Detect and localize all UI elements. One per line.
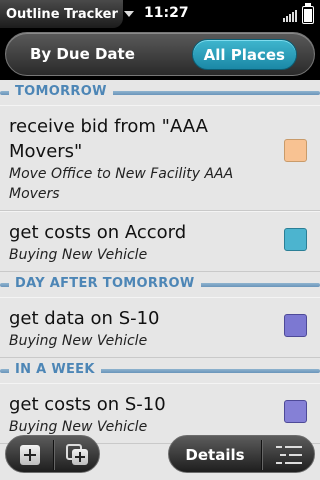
app-menu[interactable]: Outline Tracker [0, 0, 134, 28]
color-swatch [284, 400, 307, 423]
list-item[interactable]: receive bid from "AAA Movers" Move Offic… [0, 105, 320, 211]
section-divider: TOMORROW [0, 80, 320, 105]
item-project: Move Office to New Facility AAA Movers [9, 166, 234, 202]
list-item[interactable]: get costs on Accord Buying New Vehicle [0, 211, 320, 272]
color-swatch [284, 139, 307, 162]
add-item-button[interactable] [6, 436, 53, 474]
all-places-button[interactable]: All Places [191, 39, 297, 70]
color-swatch [284, 228, 307, 251]
list-item[interactable]: get data on S-10 Buying New Vehicle [0, 297, 320, 358]
item-project: Buying New Vehicle [9, 333, 148, 349]
details-button[interactable]: Details [169, 436, 261, 474]
item-title: get costs on S-10 [9, 394, 166, 415]
section-title: DAY AFTER TOMORROW [9, 275, 201, 293]
section-title: IN A WEEK [9, 361, 101, 379]
outline-view-icon [275, 444, 302, 466]
item-title: get costs on Accord [9, 222, 187, 243]
chevron-down-icon [123, 11, 134, 17]
item-title: receive bid from "AAA Movers" [9, 116, 208, 162]
battery-icon [302, 3, 314, 24]
command-menu-right: Details [168, 435, 315, 473]
status-bar: Outline Tracker 11:27 [0, 0, 320, 28]
item-project: Buying New Vehicle [9, 419, 148, 435]
header: By Due Date All Places [0, 28, 320, 80]
section-divider: IN A WEEK [0, 358, 320, 383]
filter-bar: By Due Date All Places [5, 32, 315, 76]
section-divider: DAY AFTER TOMORROW [0, 272, 320, 297]
task-list[interactable]: TOMORROW receive bid from "AAA Movers" M… [0, 80, 320, 480]
item-project: Buying New Vehicle [9, 247, 148, 263]
section-title: TOMORROW [9, 83, 113, 101]
item-title: get data on S-10 [9, 308, 160, 329]
sort-by-due-date-button[interactable]: By Due Date [30, 45, 135, 63]
outline-view-button[interactable] [262, 436, 315, 474]
add-icon [19, 445, 40, 465]
color-swatch [284, 314, 307, 337]
add-subitem-icon [65, 444, 90, 466]
clock: 11:27 [144, 5, 189, 21]
command-menu-left [5, 435, 100, 473]
app-title: Outline Tracker [6, 6, 118, 22]
add-subitem-button[interactable] [54, 436, 101, 474]
signal-icon [283, 8, 297, 22]
